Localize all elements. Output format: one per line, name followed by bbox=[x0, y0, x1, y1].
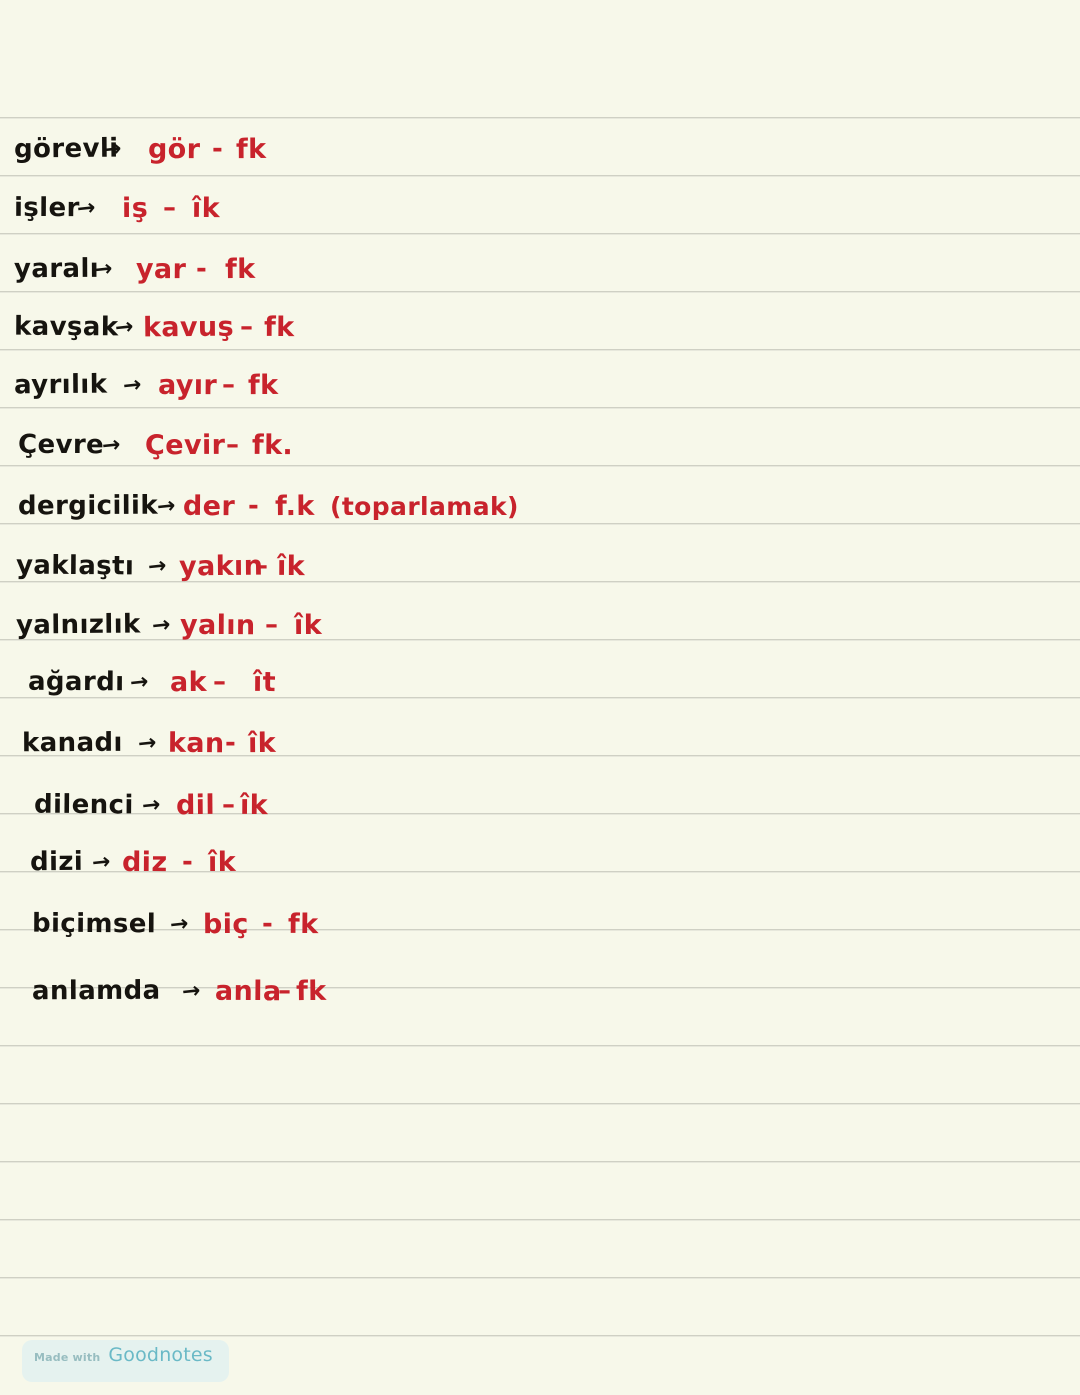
note-dash-separator: – bbox=[226, 430, 240, 460]
note-word-root: kavuş bbox=[142, 311, 235, 343]
note-dash-separator: - bbox=[212, 134, 224, 164]
note-dash-separator: - bbox=[196, 254, 208, 284]
note-suffix-code: f.k bbox=[274, 490, 315, 522]
note-suffix-code: fk bbox=[235, 133, 267, 165]
note-suffix-code: îk bbox=[276, 550, 306, 582]
note-dash-separator: – bbox=[222, 370, 236, 400]
note-word-source: işler bbox=[13, 192, 80, 224]
arrow-icon: → bbox=[146, 552, 169, 580]
note-row: yalnızlık → yalın – îk bbox=[0, 596, 1080, 654]
note-word-root: gör bbox=[147, 133, 201, 165]
note-word-source: yalnızlık bbox=[15, 609, 141, 641]
note-word-source: dizi bbox=[29, 846, 84, 878]
note-dash-separator: – bbox=[255, 551, 269, 581]
note-suffix-code: îk bbox=[239, 789, 269, 821]
arrow-icon: → bbox=[92, 255, 115, 283]
arrow-icon: → bbox=[101, 135, 124, 163]
note-suffix-code: fk bbox=[287, 908, 319, 940]
note-suffix-code: ît bbox=[252, 666, 277, 698]
note-word-root: yar bbox=[135, 253, 187, 285]
arrow-icon: → bbox=[121, 371, 144, 399]
note-word-root: yakın bbox=[178, 550, 264, 582]
arrow-icon: → bbox=[150, 611, 173, 639]
note-word-root: ak bbox=[169, 666, 208, 698]
note-word-root: ayır bbox=[157, 369, 218, 401]
note-word-source: ağardı bbox=[27, 666, 125, 698]
arrow-icon: → bbox=[100, 431, 123, 459]
note-word-source: yaralı bbox=[13, 253, 100, 285]
note-row: dilenci → dil – îk bbox=[0, 776, 1080, 834]
note-word-root: biç bbox=[202, 908, 249, 940]
note-word-source: dergicilik bbox=[17, 490, 159, 522]
note-word-source: ayrılık bbox=[13, 369, 108, 401]
note-word-root: kan bbox=[167, 727, 225, 759]
note-word-root: anla bbox=[214, 975, 282, 1007]
note-word-root: yalın bbox=[179, 609, 256, 641]
note-suffix-code: îk bbox=[191, 192, 221, 224]
note-dash-separator: – bbox=[240, 312, 254, 342]
note-suffix-code: îk bbox=[207, 846, 237, 878]
handwritten-notes-layer: görevli → gör - fk işler → iş – îk yaralı → yar - fk ka… bbox=[0, 0, 1080, 1395]
note-row: ağardı → ak – ît bbox=[0, 653, 1080, 711]
note-row: Çevre → Çevir – fk. bbox=[0, 416, 1080, 474]
arrow-icon: → bbox=[90, 848, 113, 876]
note-word-root: diz bbox=[121, 846, 168, 878]
note-word-root: der bbox=[182, 490, 236, 522]
note-dash-separator: – bbox=[265, 610, 279, 640]
note-dash-separator: – bbox=[163, 193, 177, 223]
arrow-icon: → bbox=[155, 492, 178, 520]
note-row: dizi → diz - îk bbox=[0, 833, 1080, 891]
note-word-source: biçimsel bbox=[31, 908, 157, 940]
note-row: dergicilik → der - f.k (toparlamak) bbox=[0, 477, 1080, 535]
note-suffix-code: fk bbox=[295, 975, 327, 1007]
note-suffix-code: fk bbox=[224, 253, 256, 285]
note-suffix-code: fk bbox=[263, 311, 295, 343]
arrow-icon: → bbox=[168, 910, 191, 938]
note-row: kavşak → kavuş – fk bbox=[0, 298, 1080, 356]
note-suffix-code: îk bbox=[247, 727, 277, 759]
note-dash-separator: - bbox=[182, 847, 194, 877]
note-word-source: anlamda bbox=[31, 975, 161, 1007]
arrow-icon: → bbox=[75, 194, 98, 222]
note-dash-separator: - bbox=[248, 491, 260, 521]
note-row: kanadı → kan - îk bbox=[0, 714, 1080, 772]
note-parenthetical: (toparlamak) bbox=[330, 491, 519, 521]
arrow-icon: → bbox=[140, 791, 163, 819]
note-row: görevli → gör - fk bbox=[0, 120, 1080, 178]
note-word-root: dil bbox=[175, 789, 216, 821]
note-dash-separator: - bbox=[262, 909, 274, 939]
note-word-source: Çevre bbox=[17, 429, 105, 461]
watermark-made-with-label: Made with bbox=[34, 1351, 101, 1364]
note-word-source: kavşak bbox=[13, 311, 119, 343]
note-word-source: kanadı bbox=[21, 727, 123, 759]
watermark-brand-label: Goodnotes bbox=[108, 1344, 213, 1366]
note-row: yaklaştı → yakın – îk bbox=[0, 537, 1080, 595]
note-suffix-code: îk bbox=[293, 609, 323, 641]
note-word-source: yaklaştı bbox=[15, 550, 135, 582]
note-dash-separator: - bbox=[225, 728, 237, 758]
note-row: işler → iş – îk bbox=[0, 179, 1080, 237]
note-row: biçimsel → biç - fk bbox=[0, 895, 1080, 953]
arrow-icon: → bbox=[128, 668, 151, 696]
note-word-root: iş bbox=[121, 192, 149, 224]
note-dash-separator: – bbox=[213, 667, 227, 697]
notebook-page: görevli → gör - fk işler → iş – îk yaralı → yar - fk ka… bbox=[0, 0, 1080, 1395]
arrow-icon: → bbox=[113, 313, 136, 341]
note-dash-separator: – bbox=[278, 976, 292, 1006]
note-suffix-code: fk. bbox=[251, 429, 294, 461]
goodnotes-watermark: Made with Goodnotes bbox=[22, 1340, 229, 1382]
note-dash-separator: – bbox=[222, 790, 236, 820]
arrow-icon: → bbox=[136, 729, 159, 757]
note-word-source: dilenci bbox=[33, 789, 134, 821]
note-suffix-code: fk bbox=[247, 369, 279, 401]
note-word-root: Çevir bbox=[144, 429, 226, 461]
arrow-icon: → bbox=[180, 977, 203, 1005]
note-row: anlamda → anla – fk bbox=[0, 962, 1080, 1020]
note-row: ayrılık → ayır – fk bbox=[0, 356, 1080, 414]
note-row: yaralı → yar - fk bbox=[0, 240, 1080, 298]
